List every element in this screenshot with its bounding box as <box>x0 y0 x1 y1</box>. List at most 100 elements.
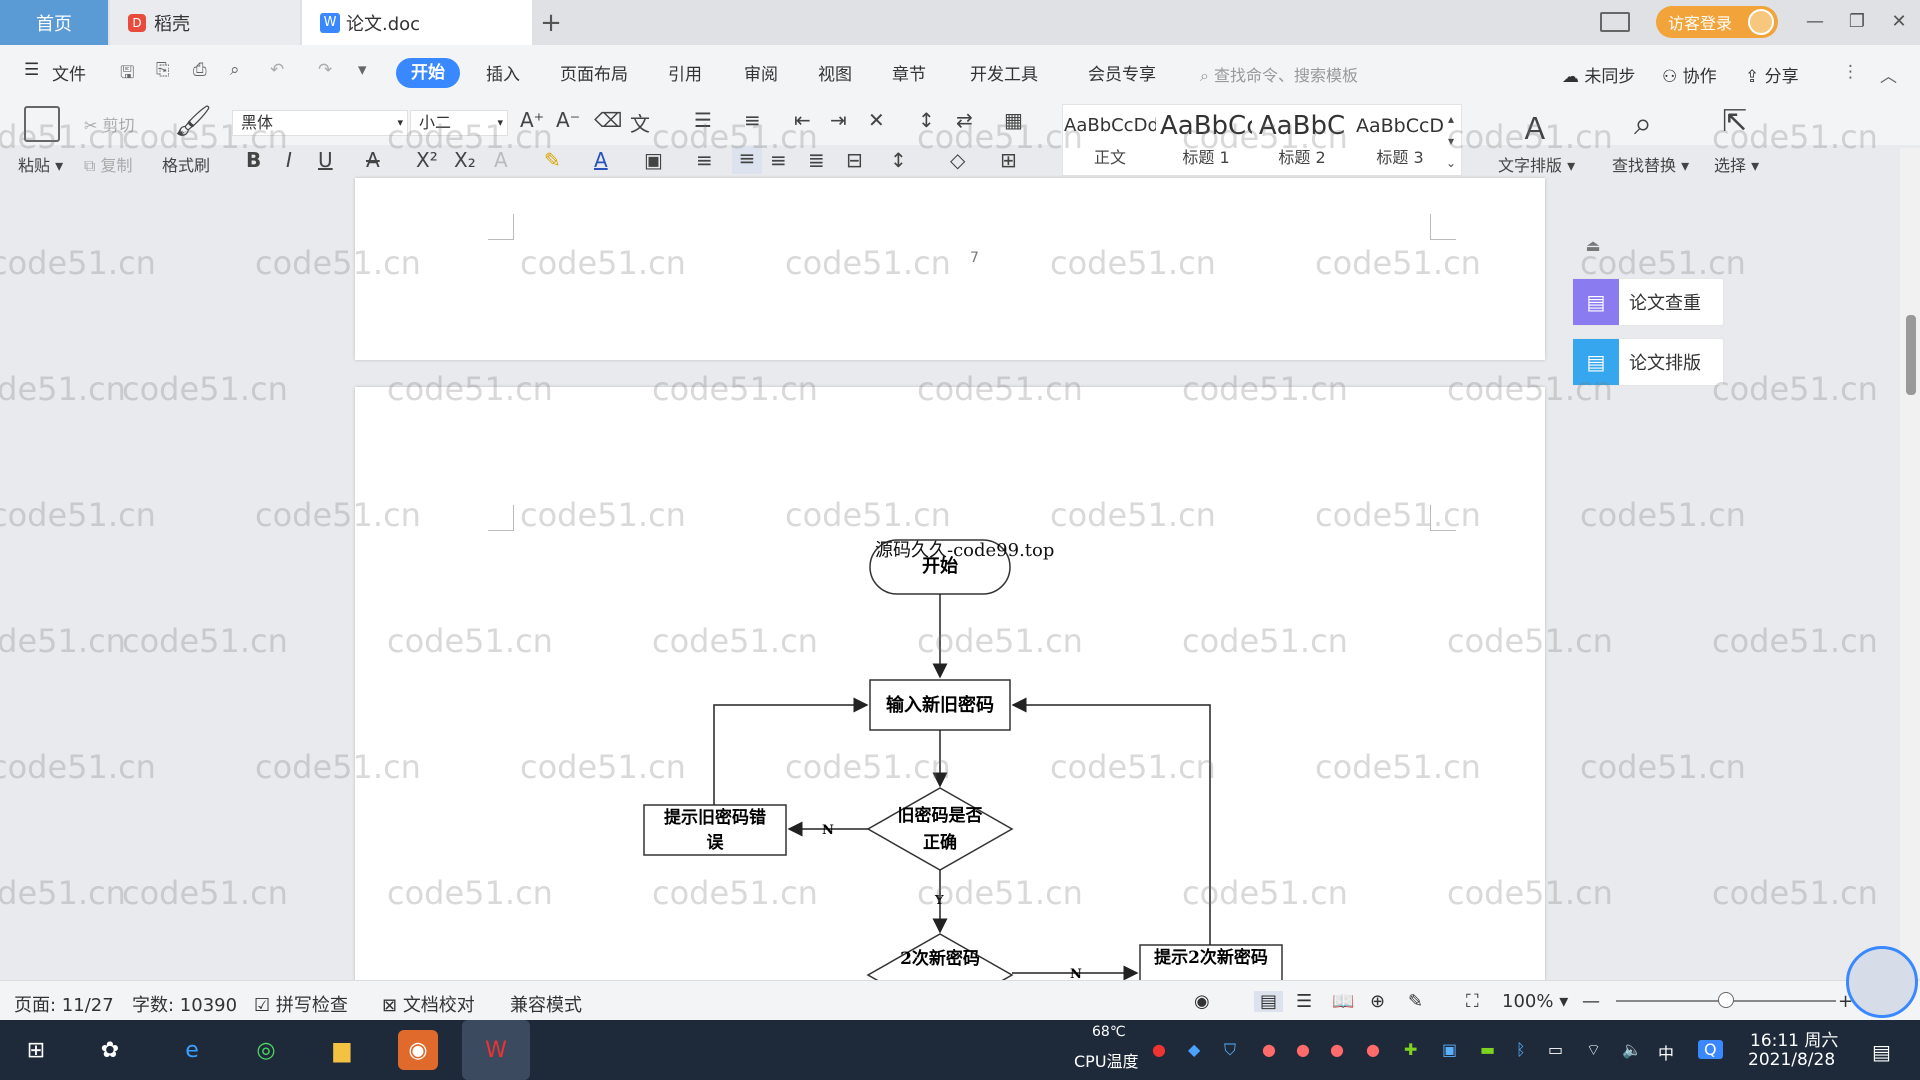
pen-icon[interactable]: ✎ <box>1408 991 1423 1012</box>
wps-writer-icon[interactable]: W <box>462 1020 530 1080</box>
restore-button[interactable]: ❐ <box>1842 8 1872 36</box>
spell-check-button[interactable]: ☑ 拼写检查 <box>254 991 348 1017</box>
paste-icon[interactable] <box>24 106 60 142</box>
menu-view[interactable]: 视图 <box>818 60 852 85</box>
collapse-panel-icon[interactable]: ⏏ <box>1580 236 1606 256</box>
print-preview-icon[interactable]: ⌕ <box>230 60 240 80</box>
italic-icon[interactable]: I <box>286 148 292 172</box>
highlight-icon[interactable]: ✎ <box>544 148 561 172</box>
zoom-value[interactable]: 100% ▾ <box>1502 991 1568 1012</box>
hamburger-icon[interactable]: ☰ <box>24 60 39 80</box>
vertical-scrollbar[interactable] <box>1900 148 1920 978</box>
tab-document[interactable]: W 论文.doc <box>302 0 532 45</box>
font-color-icon[interactable]: A <box>594 148 608 172</box>
reading-view-icon[interactable]: 📖 <box>1332 991 1354 1012</box>
tray-app-icon[interactable]: ◆ <box>1188 1040 1200 1059</box>
subscript-icon[interactable]: X₂ <box>454 148 476 172</box>
qq-icon[interactable]: ● <box>1262 1040 1276 1059</box>
menu-member[interactable]: 会员专享 <box>1088 60 1156 85</box>
paper-format-button[interactable]: ▤ 论文排版 <box>1572 338 1724 386</box>
bluetooth-icon[interactable]: ᛒ <box>1516 1040 1526 1059</box>
zoom-out-icon[interactable]: — <box>1582 991 1600 1012</box>
paste-button[interactable]: 粘贴 ▾ <box>18 152 63 176</box>
menu-devtools[interactable]: 开发工具 <box>970 60 1038 85</box>
shading-icon[interactable]: ◇ <box>950 148 965 172</box>
web-view-icon[interactable]: ⊕ <box>1370 991 1385 1012</box>
qq-icon[interactable]: ● <box>1366 1040 1380 1059</box>
notification-icon[interactable]: ▤ <box>1872 1040 1891 1064</box>
guest-login-button[interactable]: 访客登录 <box>1656 6 1778 38</box>
sort-icon[interactable]: ↕ <box>918 108 935 132</box>
menu-insert[interactable]: 插入 <box>486 60 520 85</box>
numbered-list-icon[interactable]: ≡ <box>744 108 761 132</box>
minimize-button[interactable]: — <box>1800 8 1830 36</box>
style-heading2[interactable]: AaBbC 标题 2 <box>1256 108 1348 174</box>
menu-chapter[interactable]: 章节 <box>892 60 926 85</box>
underline-icon[interactable]: U <box>318 148 333 172</box>
decrease-indent-icon[interactable]: ⇤ <box>794 108 811 132</box>
layout-toggle-icon[interactable] <box>1600 12 1630 32</box>
menu-layout[interactable]: 页面布局 <box>560 60 628 85</box>
new-tab-button[interactable]: + <box>536 0 566 45</box>
more-icon[interactable]: ⋮ <box>1842 62 1859 82</box>
superscript-icon[interactable]: X² <box>416 148 438 172</box>
tab-daoke[interactable]: D 稻壳 <box>110 0 300 45</box>
cursor-select-icon[interactable]: ⇱ <box>1722 104 1747 139</box>
bullet-list-icon[interactable]: ☰ <box>694 108 712 132</box>
close-button[interactable]: ✕ <box>1884 8 1914 36</box>
char-border-icon[interactable]: ▣ <box>644 148 663 172</box>
align-left-icon[interactable]: ≡ <box>696 148 713 172</box>
format-painter-label[interactable]: 格式刷 <box>162 152 210 176</box>
menu-start[interactable]: 开始 <box>396 58 460 88</box>
align-right-icon[interactable]: ≡ <box>770 148 787 172</box>
justify-icon[interactable]: ≣ <box>808 148 825 172</box>
line-spacing-icon[interactable]: ↕ <box>890 148 907 172</box>
save-icon[interactable]: 🖫 <box>120 60 134 89</box>
align-center-icon[interactable]: ≡ <box>732 146 762 174</box>
qq-icon[interactable]: ● <box>1296 1040 1310 1059</box>
bold-icon[interactable]: B <box>246 148 261 172</box>
tab-home[interactable]: 首页 <box>0 0 108 45</box>
tray-app-icon[interactable]: ▬ <box>1480 1040 1495 1059</box>
magnifier-icon[interactable]: ⌕ <box>1634 104 1652 143</box>
borders-icon[interactable]: ⊞ <box>1000 148 1017 172</box>
export-pdf-icon[interactable]: ⎘ <box>156 60 170 80</box>
text-layout-button[interactable]: 文字排版 ▾ <box>1498 152 1575 176</box>
style-heading3[interactable]: AaBbCcD 标题 3 <box>1354 108 1446 174</box>
text-direction-icon[interactable]: ⇄ <box>956 108 973 132</box>
shield-icon[interactable]: ⛉ <box>1224 1040 1236 1060</box>
styles-scroll-icon[interactable]: ▴ ▾ ⌄ <box>1446 108 1456 174</box>
phonetic-icon[interactable]: 文 <box>630 108 650 137</box>
collab-button[interactable]: ⚇ 协作 <box>1662 62 1717 87</box>
cut-button[interactable]: ✂ 剪切 <box>84 112 135 136</box>
eye-protect-icon[interactable]: ◉ <box>1194 991 1210 1012</box>
battery-icon[interactable]: ▭ <box>1548 1040 1563 1059</box>
menu-review[interactable]: 审阅 <box>744 60 778 85</box>
assistant-avatar[interactable] <box>1846 946 1918 1018</box>
browser-360-icon[interactable]: ◎ <box>246 1030 286 1070</box>
page-previous[interactable] <box>355 178 1545 360</box>
app-icon[interactable]: ◉ <box>398 1030 438 1070</box>
flowchart[interactable]: 开始 源码久久-code99.top 输入新旧密码 旧密码是否 正确 N 提示旧… <box>600 520 1300 980</box>
copy-button[interactable]: ⧉ 复制 <box>84 152 133 176</box>
distribute-icon[interactable]: ⊟ <box>846 148 863 172</box>
text-effect-icon[interactable]: A <box>494 148 508 172</box>
qq-icon[interactable]: ● <box>1330 1040 1344 1059</box>
menu-reference[interactable]: 引用 <box>668 60 702 85</box>
clear-format-icon[interactable]: ⌫ <box>594 108 622 132</box>
sync-status[interactable]: ☁ 未同步 <box>1562 62 1635 87</box>
task-view-icon[interactable]: ✿ <box>90 1030 130 1070</box>
style-heading1[interactable]: AaBbCc 标题 1 <box>1160 108 1252 174</box>
font-family-select[interactable]: 黑体 ▾ <box>232 110 408 136</box>
text-layout-icon[interactable]: Ａ <box>1520 104 1550 148</box>
file-explorer-icon[interactable]: ▆ <box>322 1030 362 1070</box>
tray-app-icon[interactable]: ● <box>1152 1040 1166 1059</box>
zoom-slider-knob[interactable] <box>1718 992 1734 1008</box>
scrollbar-thumb[interactable] <box>1906 315 1916 395</box>
plagiarism-check-button[interactable]: ▤ 论文查重 <box>1572 278 1724 326</box>
font-size-select[interactable]: 小二 ▾ <box>410 110 508 136</box>
wifi-icon[interactable]: ⌔ <box>1586 1040 1601 1060</box>
volume-icon[interactable]: 🔈 <box>1622 1040 1642 1059</box>
proofread-button[interactable]: ⊠ 文档校对 <box>382 991 475 1017</box>
chinese-layout-icon[interactable]: ✕ <box>868 108 885 132</box>
